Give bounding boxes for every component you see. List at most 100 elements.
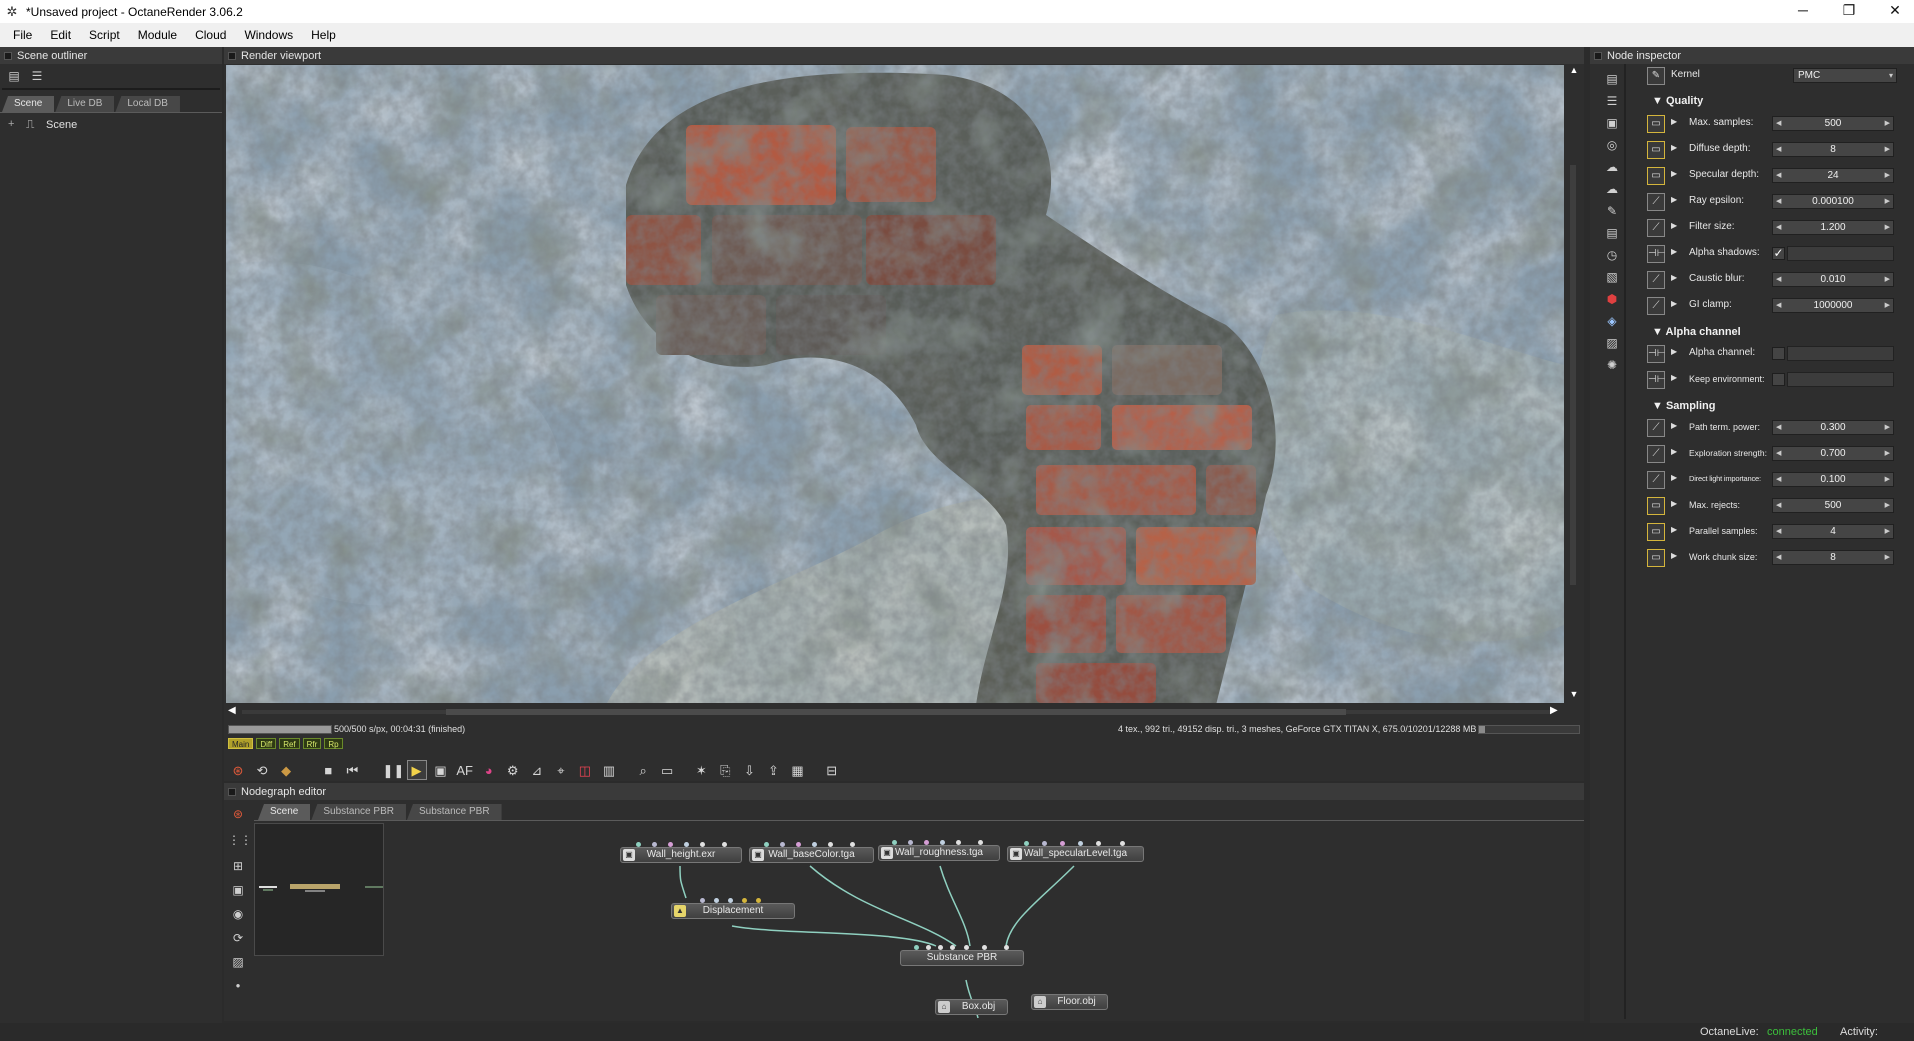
material-picker-icon[interactable]: ⚙ [503, 761, 523, 781]
restart-render-icon[interactable]: ⏮ [342, 761, 362, 781]
increment-icon[interactable]: ▶ [1885, 421, 1890, 434]
tab-substance-pbr-2[interactable]: Substance PBR [406, 804, 502, 820]
increment-icon[interactable]: ▶ [1885, 143, 1890, 156]
expand-pin-icon[interactable]: ▶ [1671, 117, 1677, 126]
animation-icon[interactable]: ◷ [1602, 245, 1622, 265]
expand-pin-icon[interactable]: ▶ [1671, 421, 1677, 430]
decrement-icon[interactable]: ◀ [1776, 525, 1781, 538]
render-passes-icon[interactable]: ⬢ [1602, 289, 1622, 309]
graph-snapshot-icon[interactable]: ▣ [228, 880, 248, 900]
pass-rp[interactable]: Rp [324, 738, 343, 749]
diffuse-depth-spinbox[interactable]: ◀ 8 ▶ [1772, 142, 1894, 157]
fit-viewport-icon[interactable]: ▭ [657, 761, 677, 781]
expand-pin-icon[interactable]: ▶ [1671, 473, 1677, 482]
pin[interactable] [1078, 841, 1083, 846]
tree-expander-icon[interactable]: + [8, 118, 14, 130]
expand-pin-icon[interactable]: ▶ [1671, 373, 1677, 382]
parallel-samples-spinbox[interactable]: ◀ 4 ▶ [1772, 524, 1894, 539]
pin[interactable] [1060, 841, 1065, 846]
float-pin-icon[interactable]: ⟋ [1647, 419, 1665, 437]
expand-pin-icon[interactable]: ▶ [1671, 143, 1677, 152]
auto-focus-icon[interactable]: AF [455, 761, 475, 781]
int-pin-icon[interactable]: ▭ [1647, 497, 1665, 515]
section-alpha-channel[interactable]: ▼ Alpha channel [1652, 326, 1741, 338]
pin[interactable] [636, 842, 641, 847]
pin[interactable] [668, 842, 673, 847]
node-wall-specular[interactable]: ▣ Wall_specularLevel.tga [1007, 846, 1144, 862]
int-pin-icon[interactable]: ▭ [1647, 167, 1665, 185]
expand-pin-icon[interactable]: ▶ [1671, 347, 1677, 356]
lock-resolution-icon[interactable]: ⊟ [822, 761, 842, 781]
pin[interactable] [908, 840, 913, 845]
scroll-up-icon[interactable]: ▲ [1568, 65, 1580, 75]
decrement-icon[interactable]: ◀ [1776, 551, 1781, 564]
pass-diff[interactable]: Diff [256, 738, 277, 749]
expand-all-icon[interactable]: ▤ [1602, 69, 1622, 89]
denoise-icon[interactable]: ▦ [788, 761, 808, 781]
decrement-icon[interactable]: ◀ [1776, 221, 1781, 234]
pin[interactable] [956, 840, 961, 845]
expand-pin-icon[interactable]: ▶ [1671, 499, 1677, 508]
close-button[interactable]: ✕ [1872, 0, 1914, 23]
octanelive-status[interactable]: connected [1767, 1026, 1818, 1038]
alpha-channel-checkbox[interactable] [1772, 347, 1785, 360]
filter-size-spinbox[interactable]: ◀ 1.200 ▶ [1772, 220, 1894, 235]
pin[interactable] [828, 842, 833, 847]
recenter-view-icon[interactable]: ⊛ [228, 761, 248, 781]
pin[interactable] [652, 842, 657, 847]
pin[interactable] [1042, 841, 1047, 846]
render-image[interactable] [226, 65, 1564, 703]
viewport-hscrollbar[interactable]: ◀ ▶ [226, 705, 1566, 719]
graph-layout-icon[interactable]: ⋮⋮ [228, 830, 252, 850]
kernel-node-icon[interactable]: ✎ [1647, 67, 1665, 85]
film-region-icon[interactable]: ▥ [599, 761, 619, 781]
sun-icon[interactable]: ✺ [1602, 355, 1622, 375]
pin[interactable] [926, 945, 931, 950]
increment-icon[interactable]: ▶ [1885, 117, 1890, 130]
pin[interactable] [700, 898, 705, 903]
graph-image-icon[interactable]: ▨ [228, 952, 248, 972]
pin[interactable] [756, 898, 761, 903]
save-render-icon[interactable]: ⇩ [739, 761, 759, 781]
imager-icon[interactable]: ▨ [1602, 333, 1622, 353]
pin[interactable] [892, 840, 897, 845]
decal-icon[interactable]: ✶ [691, 761, 711, 781]
node-wall-basecolor[interactable]: ▣ Wall_baseColor.tga [749, 847, 874, 863]
object-picker-icon[interactable]: ⊿ [527, 761, 547, 781]
expand-pin-icon[interactable]: ▶ [1671, 221, 1677, 230]
panel-grip-icon[interactable] [1594, 51, 1602, 60]
pin[interactable] [1120, 841, 1125, 846]
int-pin-icon[interactable]: ▭ [1647, 523, 1665, 541]
bool-pin-icon[interactable]: ⊣⊢ [1647, 245, 1665, 263]
pin[interactable] [1096, 841, 1101, 846]
int-pin-icon[interactable]: ▭ [1647, 549, 1665, 567]
increment-icon[interactable]: ▶ [1885, 169, 1890, 182]
section-quality[interactable]: ▼ Quality [1652, 95, 1703, 107]
pin[interactable] [850, 842, 855, 847]
expand-pin-icon[interactable]: ▶ [1671, 299, 1677, 308]
increment-icon[interactable]: ▶ [1885, 273, 1890, 286]
reset-camera-icon[interactable]: ⟲ [252, 761, 272, 781]
pin[interactable] [914, 945, 919, 950]
vscroll-thumb[interactable] [1570, 165, 1576, 585]
float-pin-icon[interactable]: ⟋ [1647, 445, 1665, 463]
bool-pin-icon[interactable]: ⊣⊢ [1647, 371, 1665, 389]
increment-icon[interactable]: ▶ [1885, 473, 1890, 486]
menu-script[interactable]: Script [80, 23, 129, 47]
alpha-shadows-checkbox[interactable]: ✓ [1772, 247, 1785, 260]
maximize-button[interactable]: ❐ [1826, 0, 1872, 23]
decrement-icon[interactable]: ◀ [1776, 499, 1781, 512]
node-box-obj[interactable]: ⌂ Box.obj [935, 999, 1008, 1015]
decrement-icon[interactable]: ◀ [1776, 299, 1781, 312]
direct-light-importance-spinbox[interactable]: ◀ 0.100 ▶ [1772, 472, 1894, 487]
max-samples-spinbox[interactable]: ◀ 500 ▶ [1772, 116, 1894, 131]
graph-recenter-icon[interactable]: ⊛ [228, 804, 248, 824]
increment-icon[interactable]: ▶ [1885, 299, 1890, 312]
tab-graph-scene[interactable]: Scene [258, 804, 311, 820]
stop-render-icon[interactable]: ■ [318, 761, 338, 781]
expand-pin-icon[interactable]: ▶ [1671, 195, 1677, 204]
white-balance-icon[interactable]: ◕ [479, 761, 499, 781]
scroll-left-icon[interactable]: ◀ [228, 705, 236, 716]
pin[interactable] [714, 898, 719, 903]
increment-icon[interactable]: ▶ [1885, 447, 1890, 460]
